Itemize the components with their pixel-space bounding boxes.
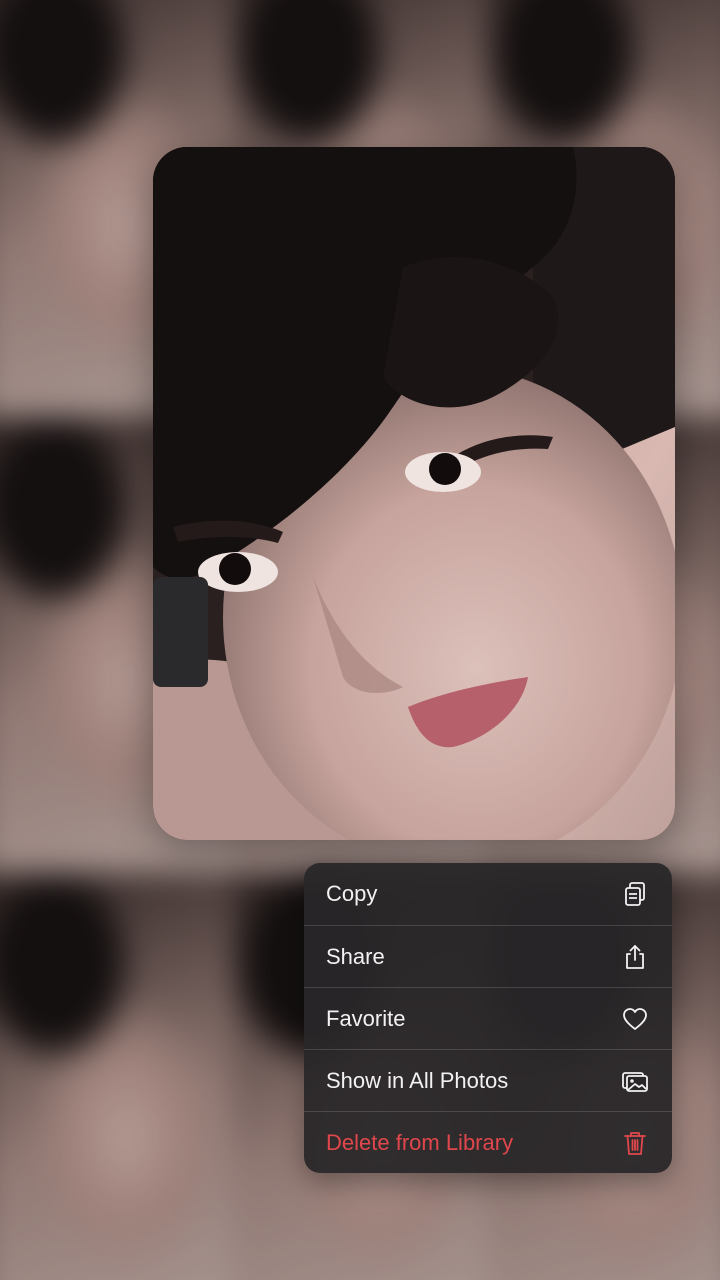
delete-from-library-label: Delete from Library <box>326 1129 514 1155</box>
heart-icon <box>620 1004 650 1034</box>
share-menu-item[interactable]: Share <box>304 925 672 987</box>
portrait-photo-image <box>153 147 675 840</box>
copy-label: Copy <box>326 881 378 906</box>
copy-icon <box>620 879 650 909</box>
context-menu: Copy Share Favorite Show in All Photos D… <box>304 863 672 1173</box>
share-label: Share <box>326 943 385 969</box>
favorite-menu-item[interactable]: Favorite <box>304 987 672 1049</box>
show-in-all-photos-menu-item[interactable]: Show in All Photos <box>304 1049 672 1111</box>
photo-preview[interactable] <box>153 147 675 840</box>
photos-icon <box>620 1066 650 1096</box>
share-icon <box>620 942 650 972</box>
trash-icon <box>620 1128 650 1158</box>
background-photo-thumbnail <box>0 873 233 1280</box>
delete-from-library-menu-item[interactable]: Delete from Library <box>304 1111 672 1173</box>
favorite-label: Favorite <box>326 1005 406 1031</box>
show-in-all-photos-label: Show in All Photos <box>326 1067 509 1093</box>
photo-context-menu-screen: Copy Share Favorite Show in All Photos D… <box>0 0 720 1280</box>
copy-menu-item[interactable]: Copy <box>304 863 672 925</box>
